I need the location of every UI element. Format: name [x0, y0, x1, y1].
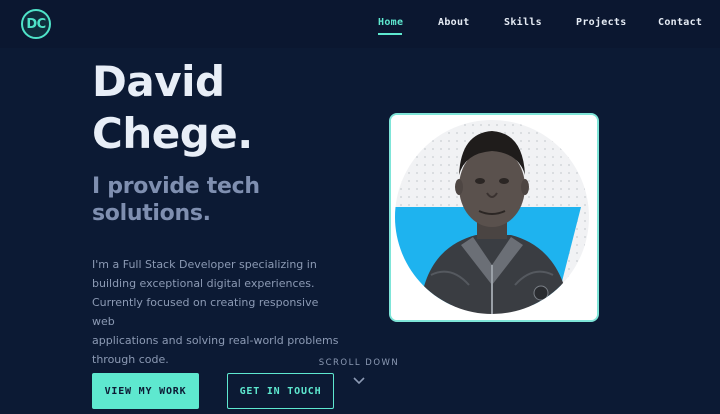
- profile-photo-frame: [389, 113, 599, 322]
- bio-line: building exceptional digital experiences…: [92, 277, 315, 290]
- navbar: DC Home About Skills Projects Contact: [0, 0, 720, 48]
- nav-active-underline: [378, 33, 402, 35]
- view-my-work-button[interactable]: VIEW MY WORK: [92, 373, 199, 409]
- get-in-touch-button[interactable]: GET IN TOUCH: [227, 373, 334, 409]
- bio-line: through code.: [92, 353, 169, 366]
- hero-tagline-line2: solutions.: [92, 201, 211, 226]
- profile-photo: [391, 115, 597, 320]
- bio-line: I'm a Full Stack Developer specializing …: [92, 258, 317, 271]
- nav-link-contact[interactable]: Contact: [658, 17, 702, 28]
- scroll-down-label[interactable]: SCROLL DOWN: [318, 358, 400, 368]
- nav-link-projects[interactable]: Projects: [576, 17, 627, 28]
- nav-link-skills[interactable]: Skills: [504, 17, 542, 28]
- hero-name-line1: David: [92, 57, 225, 106]
- hero-tagline: I provide tech solutions.: [92, 173, 352, 227]
- hero-tagline-line1: I provide tech: [92, 174, 260, 199]
- hero-name: David Chege.: [92, 56, 392, 160]
- logo[interactable]: DC: [21, 9, 51, 39]
- bio-line: Currently focused on creating responsive…: [92, 296, 319, 328]
- hero-bio: I'm a Full Stack Developer specializing …: [92, 255, 342, 369]
- nav-link-about[interactable]: About: [438, 17, 470, 28]
- hero-name-line2: Chege.: [92, 109, 253, 158]
- nav-link-home[interactable]: Home: [378, 17, 403, 28]
- bio-line: applications and solving real-world prob…: [92, 334, 339, 347]
- chevron-down-icon[interactable]: [352, 376, 366, 386]
